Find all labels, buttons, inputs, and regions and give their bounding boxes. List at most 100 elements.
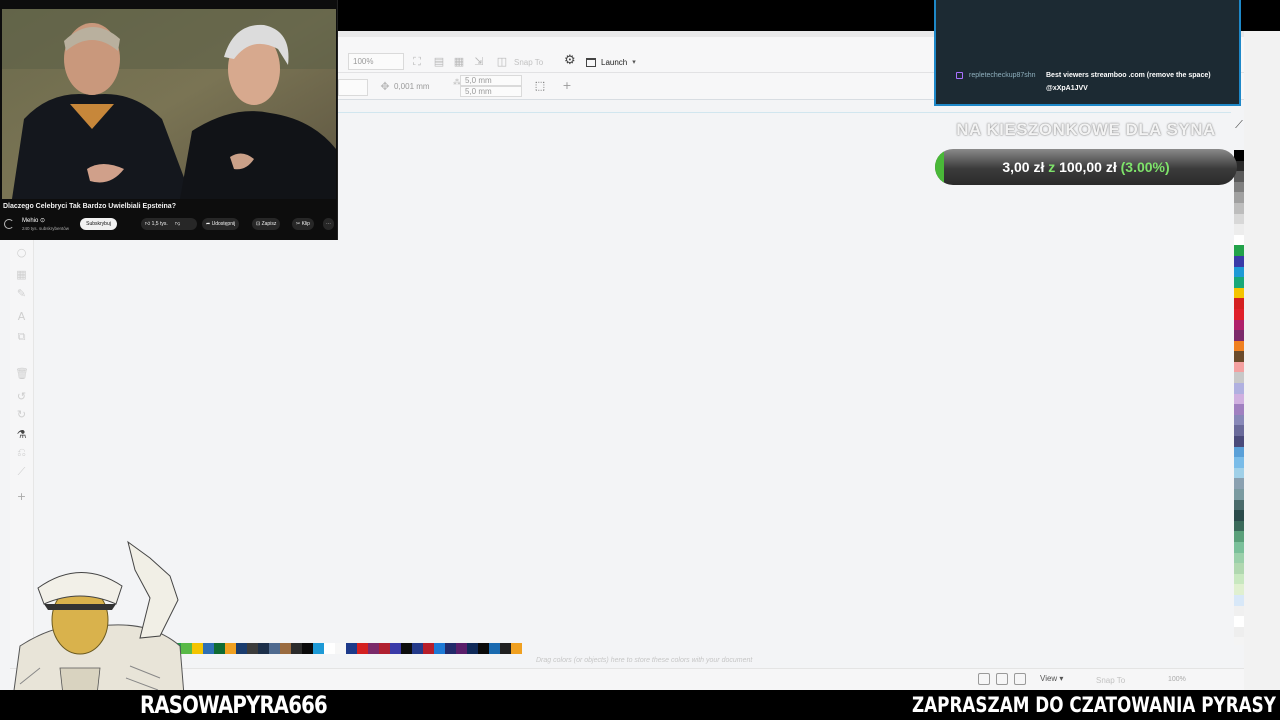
document-palette-swatch[interactable] [346,643,357,654]
document-palette-swatch[interactable] [368,643,379,654]
document-palette-swatch[interactable] [412,643,423,654]
palette-swatch[interactable] [1234,202,1244,214]
palette-swatch[interactable] [1234,224,1244,235]
lock-icon[interactable] [1014,673,1026,685]
launch-button[interactable]: Launch ▾ [586,54,636,70]
duplicate-x-field[interactable]: 5,0 mm [460,75,522,86]
channel-avatar-icon[interactable] [4,219,14,229]
palette-swatch[interactable] [1234,192,1244,203]
text-tool-icon[interactable]: A [15,310,28,323]
shape-tool-icon[interactable]: ⧉ [15,330,28,343]
palette-swatch[interactable] [1234,457,1244,468]
snap-icon[interactable]: ◫ [495,55,509,69]
document-palette-swatch[interactable] [445,643,456,654]
palette-swatch[interactable] [1234,298,1244,309]
nudge-distance[interactable]: 0,001 mm [394,82,430,91]
connector-tool-icon[interactable]: ⟋ [15,465,28,478]
palette-swatch[interactable] [1234,499,1244,511]
eyedropper-tool-icon[interactable]: ⚗ [15,428,28,441]
layers-icon[interactable] [996,673,1008,685]
subscribe-button[interactable]: Subskrybuj [80,218,117,230]
document-palette-swatch[interactable] [434,643,445,654]
palette-swatch[interactable] [1234,414,1244,426]
duplicate-y-field[interactable]: 5,0 mm [460,86,522,97]
palette-swatch[interactable] [1234,351,1244,362]
palette-swatch[interactable] [1234,594,1244,606]
palette-swatch[interactable] [1234,330,1244,341]
settings-gear-icon[interactable]: ⚙ [564,54,578,68]
palette-swatch[interactable] [1234,383,1244,394]
video-title[interactable]: Dlaczego Celebryci Tak Bardzo Uwielbiali… [3,203,176,210]
document-palette-swatch[interactable] [313,643,324,654]
palette-swatch[interactable] [1234,541,1244,553]
palette-swatch[interactable] [1234,478,1244,489]
document-palette-swatch[interactable] [423,643,434,654]
document-palette-swatch[interactable] [390,643,401,654]
palette-swatch[interactable] [1234,404,1244,415]
palette-swatch[interactable] [1234,266,1244,278]
document-palette-swatch[interactable] [247,643,258,654]
document-palette-swatch[interactable] [258,643,269,654]
document-palette-swatch[interactable] [280,643,291,654]
pen-tool-icon[interactable]: ✎ [15,287,28,300]
document-palette-swatch[interactable] [489,643,500,654]
redo-icon[interactable]: ↻ [15,408,28,421]
palette-swatch[interactable] [1234,308,1244,320]
save-button[interactable]: ⊡ Zapisz [252,218,281,230]
full-screen-preview-icon[interactable]: ⛶ [410,55,424,69]
snap-to-dropdown[interactable]: Snap To [514,58,543,67]
document-palette-swatch[interactable] [401,643,412,654]
document-palette-swatch[interactable] [478,643,489,654]
palette-swatch[interactable] [1234,340,1244,352]
document-palette-swatch[interactable] [192,643,203,654]
document-palette-swatch[interactable] [500,643,511,654]
document-palette-swatch[interactable] [203,643,214,654]
add-icon[interactable]: + [560,79,574,93]
channel-name[interactable]: Mehio ⊙ [22,217,45,224]
undo-icon[interactable]: ↺ [15,390,28,403]
document-palette-swatch[interactable] [456,643,467,654]
document-palette-swatch[interactable] [357,643,368,654]
palette-swatch[interactable] [1234,425,1244,437]
like-dislike-button[interactable]: 👍︎ 1,5 tys. 👎︎ [141,218,197,230]
document-palette-swatch[interactable] [335,643,346,654]
palette-swatch[interactable] [1234,605,1244,617]
zoom-tool-icon[interactable]: ○ [15,246,28,259]
palette-swatch[interactable] [1234,531,1244,542]
delete-icon[interactable]: 🗑 [15,367,29,380]
palette-swatch[interactable] [1234,616,1244,627]
document-palette-swatch[interactable] [291,643,302,654]
more-actions-button[interactable]: ⋯ [323,218,334,230]
palette-swatch[interactable] [1234,277,1244,288]
document-info-icon[interactable] [978,673,990,685]
palette-swatch[interactable] [1234,446,1244,458]
palette-swatch[interactable] [1234,467,1244,479]
palette-swatch[interactable] [1234,361,1244,373]
palette-swatch[interactable] [1234,563,1244,574]
document-palette-swatch[interactable] [324,643,335,654]
palette-swatch[interactable] [1234,245,1244,256]
palette-swatch[interactable] [1234,372,1244,384]
document-palette-swatch[interactable] [236,643,247,654]
palette-swatch[interactable] [1234,287,1244,299]
palette-swatch[interactable] [1234,255,1244,267]
palette-swatch[interactable] [1234,520,1244,532]
zoom-level-field[interactable]: 100% [348,53,404,70]
palette-swatch[interactable] [1234,319,1244,331]
palette-swatch[interactable] [1234,489,1244,500]
palette-swatch[interactable] [1234,234,1244,246]
share-button[interactable]: ➦ Udostępnij [202,218,240,230]
document-palette-swatch[interactable] [379,643,390,654]
view-mode-dropdown[interactable]: View ▾ [1040,674,1063,683]
document-palette-swatch[interactable] [225,643,236,654]
status-zoom-field[interactable]: 100% [1168,676,1186,683]
palette-swatch[interactable] [1234,213,1244,225]
document-palette-swatch[interactable] [269,643,280,654]
add-tool-icon[interactable]: + [15,490,28,503]
crop-tool-icon[interactable]: ▦ [15,268,28,281]
palette-swatch[interactable] [1234,573,1244,585]
video-frame[interactable] [2,9,336,199]
clip-button[interactable]: ✂ Klip [292,218,314,230]
document-palette-swatch[interactable] [302,643,313,654]
interactive-fill-icon[interactable]: ⎌ [15,446,28,459]
